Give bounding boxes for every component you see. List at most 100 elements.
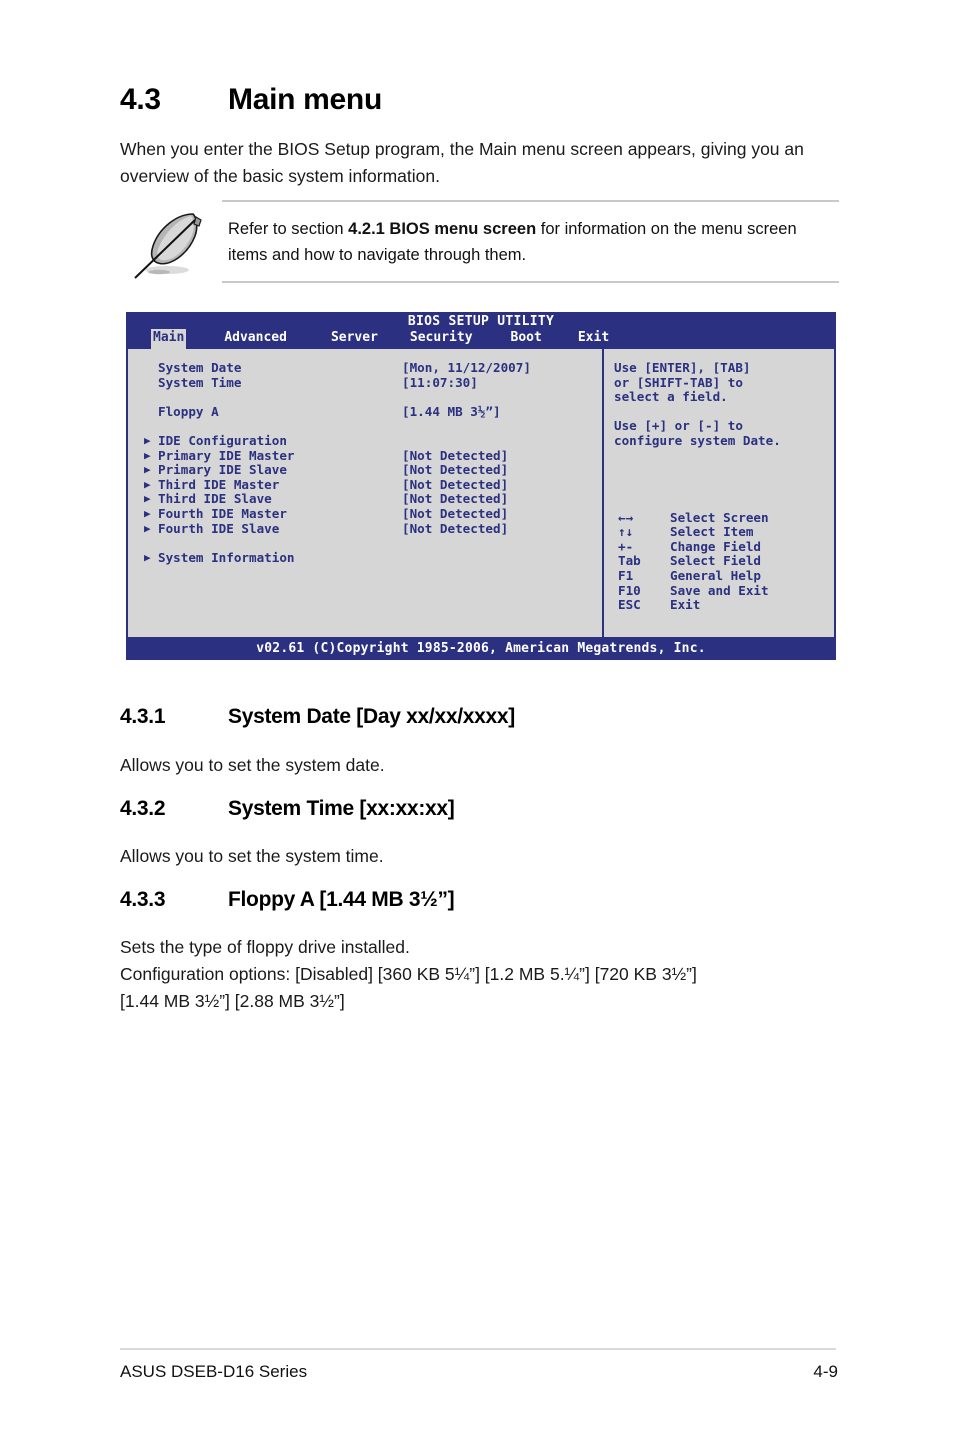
- note-text: Refer to section 4.2.1 BIOS menu screen …: [228, 216, 836, 268]
- submenu-arrow-icon: ▶: [144, 477, 151, 491]
- row-indent: [144, 405, 158, 420]
- bios-setting-label: Third IDE Master: [158, 476, 280, 492]
- subsection-title: System Time [xx:xx:xx]: [228, 797, 455, 820]
- bios-key-description: Save and Exit: [670, 582, 769, 598]
- bios-panel-divider: [602, 349, 604, 637]
- bios-key-name: ←→: [618, 509, 634, 525]
- bios-setting-row[interactable]: ▶ Third IDE Master [Not Detected]: [144, 476, 596, 493]
- section-heading-4-3: 4.3 Main menu: [120, 83, 382, 117]
- subsection-title: System Date [Day xx/xx/xxxx]: [228, 705, 515, 728]
- section-title: Main menu: [228, 83, 382, 116]
- bios-setting-label: Primary IDE Slave: [158, 462, 287, 478]
- bios-body: System Date [Mon, 11/12/2007] System Time […: [126, 349, 836, 637]
- subsection-number: 4.3.3: [120, 888, 166, 911]
- bios-setting-row[interactable]: System Time [11:07:30]: [144, 374, 596, 391]
- bios-setting-label: [158, 419, 402, 434]
- submenu-arrow-icon: ▶: [144, 463, 151, 477]
- bios-key-name: F1: [618, 567, 634, 583]
- subsection-body-4-3-1: Allows you to set the system date.: [120, 755, 385, 775]
- bios-tab-bar[interactable]: Main Advanced Server Security Boot Exit: [151, 329, 611, 349]
- bios-setting-row[interactable]: ▶ Primary IDE Slave [Not Detected]: [144, 463, 596, 478]
- note-box: Refer to section 4.2.1 BIOS menu screen …: [133, 200, 839, 283]
- bios-key-description: Change Field: [670, 538, 761, 554]
- bios-setting-label: System Time: [158, 374, 242, 390]
- subsection-body-4-3-2: Allows you to set the system time.: [120, 846, 384, 866]
- bios-help-paragraph-1: Use [ENTER], [TAB] or [SHIFT-TAB] to sel…: [614, 360, 751, 405]
- bios-setting-label: Fourth IDE Master: [158, 505, 287, 521]
- subsection-title: Floppy A [1.44 MB 3½”]: [228, 888, 455, 911]
- bios-key-description: Select Field: [670, 553, 761, 569]
- bios-key-name: ESC: [618, 597, 641, 613]
- document-page: 4.3 Main menu When you enter the BIOS Se…: [0, 0, 954, 1438]
- row-indent: [144, 390, 158, 405]
- bios-tab-main[interactable]: Main: [151, 329, 187, 349]
- bios-footer: v02.61 (C)Copyright 1985-2006, American …: [126, 637, 836, 660]
- bios-row-spacer: [144, 536, 596, 551]
- bios-row-spacer: [144, 419, 596, 434]
- bios-header: BIOS SETUP UTILITY Main Advanced Server Sec…: [126, 312, 836, 349]
- quill-pen-icon: [134, 213, 202, 279]
- bios-setting-label: IDE Configuration: [158, 432, 287, 448]
- subsection-body-4-3-3-line3: [1.44 MB 3½”] [2.88 MB 3½”]: [120, 991, 345, 1011]
- bios-key-hint: F1 General Help: [614, 567, 826, 584]
- bios-key-hint: F10 Save and Exit: [614, 582, 826, 599]
- bios-setting-row[interactable]: ▶ Primary IDE Master [Not Detected]: [144, 447, 596, 464]
- bios-setting-label: [158, 390, 402, 405]
- bios-setting-row[interactable]: System Date [Mon, 11/12/2007]: [144, 360, 596, 376]
- bios-settings-list[interactable]: System Date [Mon, 11/12/2007] System Time […: [144, 360, 596, 566]
- bios-tab-security[interactable]: Security: [408, 329, 475, 349]
- section-heading-4-3-2: 4.3.2 System Time [xx:xx:xx]: [120, 797, 455, 821]
- bios-setting-row[interactable]: ▶ Fourth IDE Master [Not Detected]: [144, 505, 596, 522]
- help-spacer-1: [614, 405, 826, 420]
- bios-setup-screen: BIOS SETUP UTILITY Main Advanced Server Sec…: [126, 312, 836, 660]
- note-text-bold: 4.2.1 BIOS menu screen: [348, 220, 537, 238]
- bios-title: BIOS SETUP UTILITY: [407, 314, 555, 329]
- bios-setting-label: Primary IDE Master: [158, 447, 295, 463]
- bios-setting-label: Fourth IDE Slave: [158, 520, 280, 536]
- bios-key-description: Select Item: [670, 524, 754, 540]
- bios-help-panel: Use [ENTER], [TAB] or [SHIFT-TAB] to sel…: [614, 360, 826, 613]
- bios-row-spacer: [144, 390, 596, 405]
- bios-tab-advanced[interactable]: Advanced: [222, 329, 289, 349]
- bios-key-description: General Help: [670, 567, 761, 583]
- bios-setting-value: [Not Detected]: [402, 491, 509, 507]
- bios-setting-row[interactable]: ▶ System Information: [144, 549, 596, 566]
- footer-product-name: ASUS DSEB-D16 Series: [120, 1362, 308, 1381]
- footer-page-number: 4-9: [813, 1362, 838, 1381]
- bios-key-description: Select Screen: [670, 509, 769, 525]
- bios-setting-value: [Not Detected]: [402, 505, 509, 521]
- bios-tab-server[interactable]: Server: [329, 329, 380, 349]
- bios-setting-value: [Mon, 11/12/2007]: [402, 360, 531, 375]
- bios-key-hint: ←→ Select Screen: [614, 509, 826, 526]
- bios-setting-value: [Not Detected]: [402, 447, 509, 463]
- submenu-arrow-icon: ▶: [144, 433, 151, 447]
- bios-setting-row[interactable]: ▶ Fourth IDE Slave [Not Detected]: [144, 520, 596, 537]
- bios-key-name: Tab: [618, 553, 641, 569]
- row-indent: [144, 419, 158, 434]
- subsection-number: 4.3.2: [120, 797, 166, 820]
- submenu-arrow-icon: ▶: [144, 506, 151, 520]
- section-intro-paragraph: When you enter the BIOS Setup program, t…: [120, 139, 804, 186]
- bios-setting-row[interactable]: ▶ Third IDE Slave [Not Detected]: [144, 492, 596, 507]
- bios-setting-row[interactable]: ▶ IDE Configuration: [144, 432, 596, 449]
- bios-tab-boot[interactable]: Boot: [509, 329, 544, 349]
- bios-setting-value: [11:07:30]: [402, 374, 478, 390]
- bios-key-hint: ↑↓ Select Item: [614, 525, 826, 540]
- bios-setting-value: [Not Detected]: [402, 476, 509, 492]
- subsection-number: 4.3.1: [120, 705, 166, 728]
- row-indent: [144, 376, 158, 391]
- bios-setting-row[interactable]: Floppy A [1.44 MB 3½”]: [144, 403, 596, 420]
- section-heading-4-3-1: 4.3.1 System Date [Day xx/xx/xxxx]: [120, 705, 515, 729]
- note-rule-top: [222, 200, 839, 202]
- bios-setting-label: Floppy A: [158, 403, 219, 419]
- bios-setting-value: [Not Detected]: [402, 462, 509, 478]
- bios-key-name: ↑↓: [618, 524, 634, 540]
- bios-key-hint: ESC Exit: [614, 598, 826, 613]
- bios-key-hint: +- Change Field: [614, 538, 826, 555]
- submenu-arrow-icon: ▶: [144, 448, 151, 462]
- bios-tab-exit[interactable]: Exit: [576, 329, 611, 349]
- bios-key-legend: ←→ Select Screen ↑↓ Select Item +- Change Fie…: [614, 509, 826, 613]
- footer-rule: [120, 1348, 836, 1350]
- bios-setting-label: System Information: [158, 549, 295, 565]
- section-heading-4-3-3: 4.3.3 Floppy A [1.44 MB 3½”]: [120, 888, 455, 912]
